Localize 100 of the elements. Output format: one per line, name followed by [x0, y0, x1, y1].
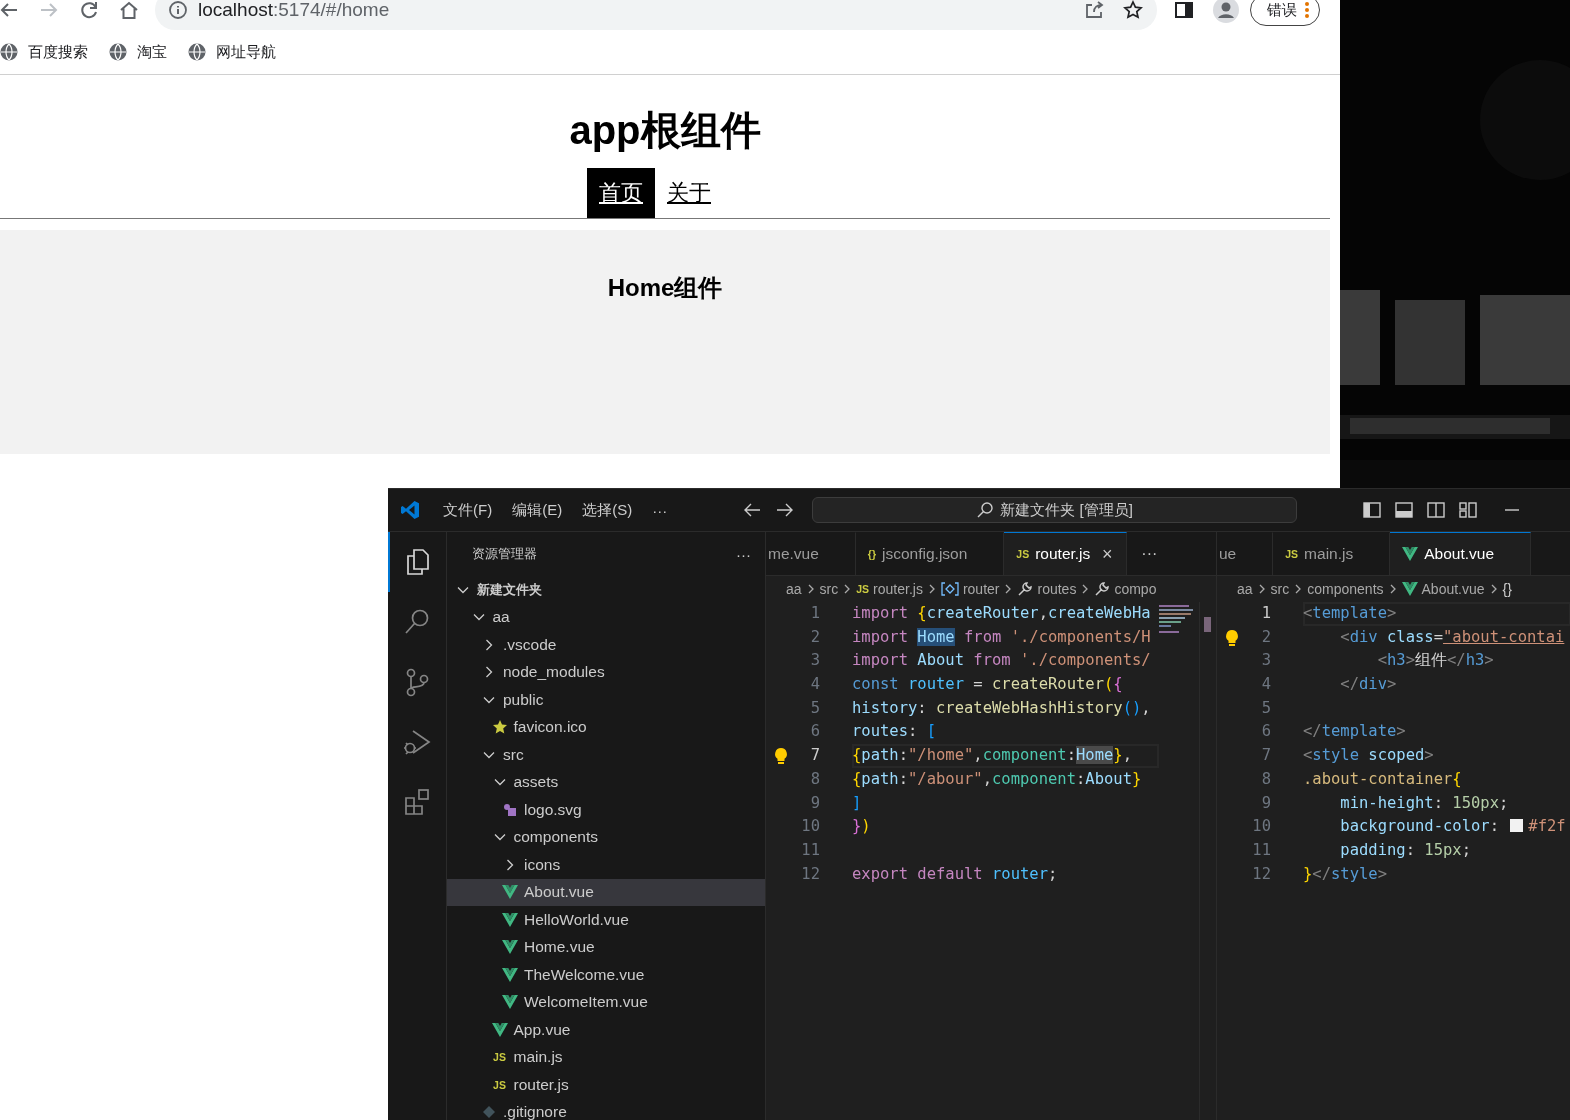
lightbulb-icon[interactable]: [774, 746, 788, 765]
file-type-label: JS: [493, 1078, 506, 1091]
tree-item[interactable]: src: [447, 741, 765, 769]
breadcrumb[interactable]: routes: [1017, 581, 1077, 597]
tree-item[interactable]: icons: [447, 851, 765, 879]
editor-tab[interactable]: me.vue: [766, 532, 856, 575]
tree-item[interactable]: App.vue: [447, 1016, 765, 1044]
code-line: background-color: #f2f: [1339, 816, 1567, 838]
breadcrumb[interactable]: About.vue: [1401, 581, 1485, 597]
code-line: <template>: [1303, 602, 1570, 626]
error-button[interactable]: 错误: [1250, 0, 1320, 26]
code-line: import Home from './components/H: [852, 626, 1152, 648]
panel-heading: Home组件: [606, 274, 724, 302]
tree-item[interactable]: .vscode: [447, 631, 765, 659]
breadcrumb[interactable]: aa: [786, 581, 802, 597]
code-line: <h3>组件</h3>: [1376, 650, 1495, 672]
bookmark-link[interactable]: 百度搜索: [0, 42, 88, 62]
reload-icon: [79, 0, 99, 20]
breadcrumb[interactable]: JS router.js: [856, 581, 923, 597]
tree-item[interactable]: 新建文件夹: [447, 576, 765, 604]
bookmark-link[interactable]: 淘宝: [109, 42, 167, 62]
layout-grid-icon[interactable]: [1459, 501, 1478, 519]
extensions-icon[interactable]: [402, 787, 432, 817]
tree-item[interactable]: TheWelcome.vue: [447, 961, 765, 989]
breadcrumb[interactable]: aa: [1237, 581, 1253, 597]
shapes-icon: [503, 802, 517, 817]
breadcrumb[interactable]: components: [1307, 581, 1384, 597]
tree-item[interactable]: aa: [447, 603, 765, 631]
code-line: routes: [: [852, 721, 937, 743]
command-center[interactable]: 新建文件夹 [管理员]: [812, 497, 1298, 523]
menu-item[interactable]: 编辑(E): [512, 500, 563, 520]
run-debug-icon[interactable]: [402, 727, 432, 757]
tree-item[interactable]: JS main.js: [447, 1043, 765, 1071]
code-line: {path:"/home",component:Home},: [852, 744, 1159, 768]
star-icon[interactable]: [1123, 0, 1143, 20]
menu-item[interactable]: 文件(F): [443, 500, 493, 520]
url-text: localhost:5174/#/home: [198, 0, 390, 21]
code-line: ]: [852, 792, 863, 814]
nav-link[interactable]: 首页: [587, 168, 655, 218]
tree-item[interactable]: Home.vue: [447, 933, 765, 961]
breadcrumb[interactable]: src: [819, 581, 839, 597]
breadcrumb[interactable]: src: [1270, 581, 1290, 597]
panel-layout-icon[interactable]: [1395, 501, 1414, 519]
tree-item[interactable]: WelcomeItem.vue: [447, 988, 765, 1016]
wrench-icon: [1017, 581, 1034, 597]
editor-tab[interactable]: ue: [1217, 532, 1274, 575]
code-line: history: createWebHashHistory(),: [852, 697, 1152, 719]
scrollbar-thumb[interactable]: [1204, 617, 1211, 632]
address-bar[interactable]: localhost:5174/#/home: [155, 0, 1157, 30]
share-icon[interactable]: [1084, 0, 1104, 20]
line-number: 7: [1260, 745, 1271, 767]
code-line: const router = createRouter({: [852, 674, 1124, 696]
breadcrumb[interactable]: compo: [1094, 581, 1157, 597]
tree-item[interactable]: .gitignore: [447, 1098, 765, 1120]
line-number: 5: [1260, 697, 1271, 719]
split-layout-icon[interactable]: [1427, 501, 1446, 519]
tree-item[interactable]: public: [447, 686, 765, 714]
diamond-icon: [482, 1105, 496, 1120]
code-line: <style scoped>: [1303, 745, 1435, 767]
line-number: 2: [1260, 626, 1271, 648]
side-panel-icon[interactable]: [1174, 0, 1194, 20]
vue-icon: [502, 885, 518, 900]
code-line: </template>: [1303, 721, 1407, 743]
line-number: 6: [1260, 721, 1271, 743]
bookmark-link[interactable]: 网址导航: [188, 42, 276, 62]
tree-item[interactable]: assets: [447, 768, 765, 796]
tree-item[interactable]: components: [447, 823, 765, 851]
code-line: padding: 15px;: [1339, 839, 1472, 861]
editor-tab[interactable]: JS router.js ×: [1004, 532, 1128, 575]
file-type-label: {}: [867, 548, 877, 560]
line-number: 9: [1260, 792, 1271, 814]
breadcrumb[interactable]: {}: [1502, 581, 1512, 597]
vue-icon: [502, 940, 518, 955]
variable-icon: [940, 582, 959, 596]
tree-item[interactable]: About.vue: [447, 878, 765, 906]
more-actions-button[interactable]: ···: [1127, 532, 1172, 575]
lightbulb-icon[interactable]: [1225, 628, 1239, 647]
vue-icon: [502, 995, 518, 1010]
wrench-icon: [1094, 581, 1111, 597]
line-number: 11: [1251, 839, 1271, 861]
file-type-label: JS: [1016, 548, 1030, 560]
menu-item[interactable]: ···: [652, 501, 668, 519]
sidebar-layout-icon[interactable]: [1363, 501, 1382, 519]
nav-link[interactable]: 关于: [655, 168, 723, 218]
file-type-label: JS: [856, 583, 870, 595]
close-button[interactable]: ×: [1096, 543, 1119, 565]
tree-item[interactable]: node_modules: [447, 658, 765, 686]
tree-item[interactable]: logo.svg: [447, 796, 765, 824]
code-line: </div>: [1339, 674, 1398, 696]
tree-item[interactable]: JS router.js: [447, 1071, 765, 1099]
more-actions-button[interactable]: ···: [736, 545, 751, 563]
editor-tab[interactable]: About.vue: [1390, 532, 1531, 575]
avatar-icon[interactable]: [1213, 0, 1239, 23]
line-number: 1: [809, 603, 820, 624]
menu-item[interactable]: 选择(S): [582, 500, 633, 520]
breadcrumb[interactable]: router: [940, 581, 1000, 597]
code-line: <div class="about-contai: [1339, 626, 1566, 648]
tree-item[interactable]: HelloWorld.vue: [447, 906, 765, 934]
tree-item[interactable]: favicon.ico: [447, 713, 765, 741]
line-number: 1: [1260, 603, 1271, 624]
